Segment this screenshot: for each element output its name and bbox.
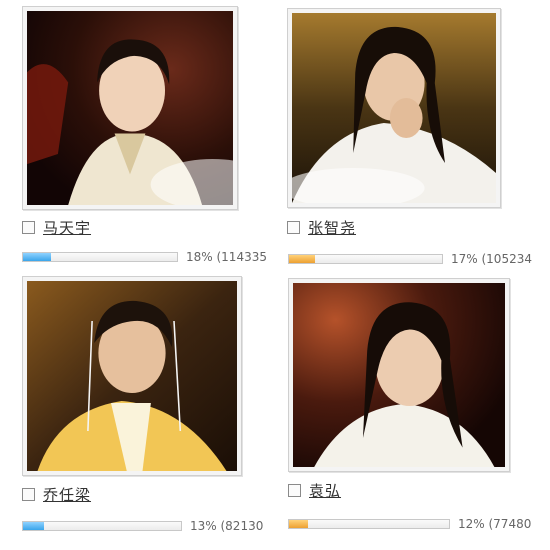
vote-checkbox[interactable] xyxy=(22,220,35,234)
candidate-photo[interactable] xyxy=(22,6,238,210)
vote-checkbox[interactable] xyxy=(22,487,35,501)
candidate-card: 马天宇 18% (114335 xyxy=(0,0,275,275)
vote-progress-fill xyxy=(23,253,51,261)
candidate-name-link[interactable]: 乔任梁 xyxy=(43,484,91,505)
vote-count-text: 12% (77480 xyxy=(458,517,532,531)
candidate-photo[interactable] xyxy=(22,276,242,476)
candidate-name-link[interactable]: 袁弘 xyxy=(309,480,341,501)
portrait-image xyxy=(27,11,233,205)
vote-checkbox[interactable] xyxy=(287,220,300,234)
portrait-image xyxy=(292,13,496,203)
vote-progress-bar xyxy=(288,519,450,529)
candidate-photo[interactable] xyxy=(287,8,501,208)
vote-progress-fill xyxy=(289,255,315,263)
candidate-photo[interactable] xyxy=(288,278,510,472)
vote-checkbox[interactable] xyxy=(288,483,301,497)
candidate-name-link[interactable]: 马天宇 xyxy=(43,217,91,238)
vote-count-text: 18% (114335 xyxy=(186,250,267,264)
vote-count-text: 17% (105234 xyxy=(451,252,532,266)
vote-progress-bar xyxy=(288,254,443,264)
candidate-card: 袁弘 12% (77480 xyxy=(275,275,550,550)
candidate-card: 张智尧 17% (105234 xyxy=(275,0,550,275)
vote-count-text: 13% (82130 xyxy=(190,519,264,533)
portrait-image xyxy=(293,283,505,467)
vote-progress-fill xyxy=(289,520,309,528)
vote-progress-fill xyxy=(23,522,44,530)
candidate-name-link[interactable]: 张智尧 xyxy=(308,217,356,238)
vote-progress-bar xyxy=(22,521,182,531)
candidate-card: 乔任梁 13% (82130 xyxy=(0,275,275,550)
vote-progress-bar xyxy=(22,252,178,262)
portrait-image xyxy=(27,281,237,471)
